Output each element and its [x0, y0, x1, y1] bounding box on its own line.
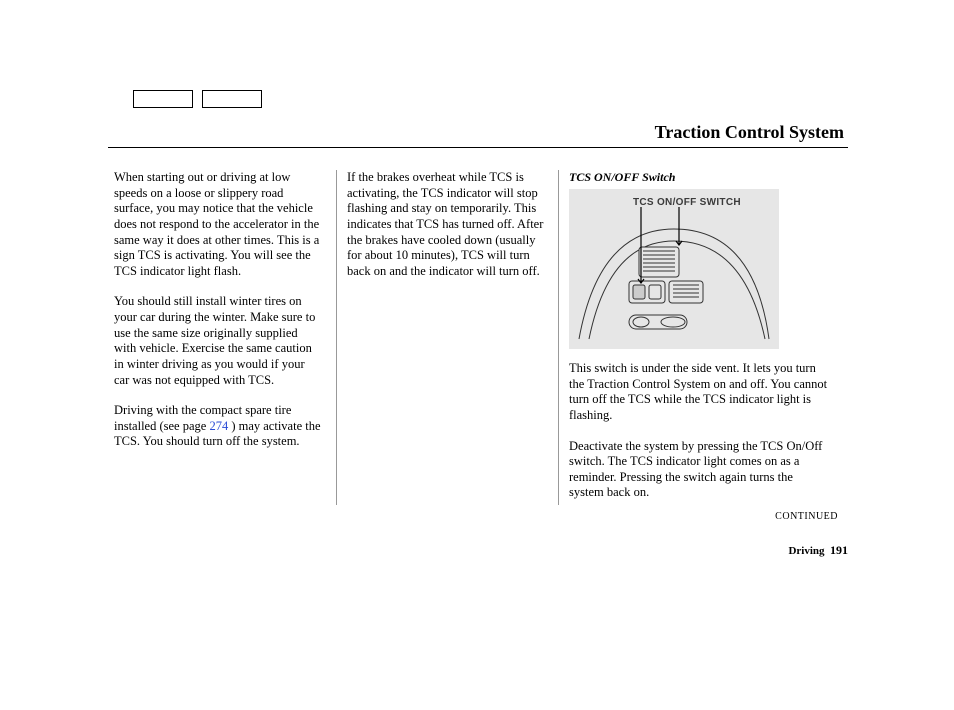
section-subhead: TCS ON/OFF Switch: [569, 170, 830, 185]
figure-tcs-switch: TCS ON/OFF SWITCH: [569, 189, 779, 349]
footer-section: Driving: [788, 545, 824, 557]
footer-page-number: 191: [830, 543, 848, 557]
page-title: Traction Control System: [108, 122, 848, 143]
page-ref-link[interactable]: 274: [209, 419, 228, 433]
body-paragraph: This switch is under the side vent. It l…: [569, 361, 830, 424]
title-rule: [108, 147, 848, 148]
column-3: TCS ON/OFF Switch TCS ON/OFF SWITCH: [558, 170, 844, 505]
body-paragraph: Deactivate the system by pressing the TC…: [569, 439, 830, 502]
body-paragraph: You should still install winter tires on…: [114, 294, 322, 388]
column-1: When starting out or driving at low spee…: [114, 170, 336, 505]
continued-label: CONTINUED: [775, 511, 838, 524]
placeholder-box: [202, 90, 262, 108]
body-paragraph: Driving with the compact spare tire inst…: [114, 403, 322, 450]
placeholder-box: [133, 90, 193, 108]
column-2: If the brakes overheat while TCS is acti…: [336, 170, 558, 505]
placeholder-boxes: [133, 90, 262, 108]
content-columns: When starting out or driving at low spee…: [114, 170, 844, 505]
page-footer: Driving 191: [108, 543, 848, 558]
figure-label: TCS ON/OFF SWITCH: [633, 197, 741, 210]
body-paragraph: If the brakes overheat while TCS is acti…: [347, 170, 544, 279]
dashboard-illustration: [569, 189, 779, 349]
page-header: Traction Control System: [108, 122, 848, 148]
body-paragraph: When starting out or driving at low spee…: [114, 170, 322, 279]
